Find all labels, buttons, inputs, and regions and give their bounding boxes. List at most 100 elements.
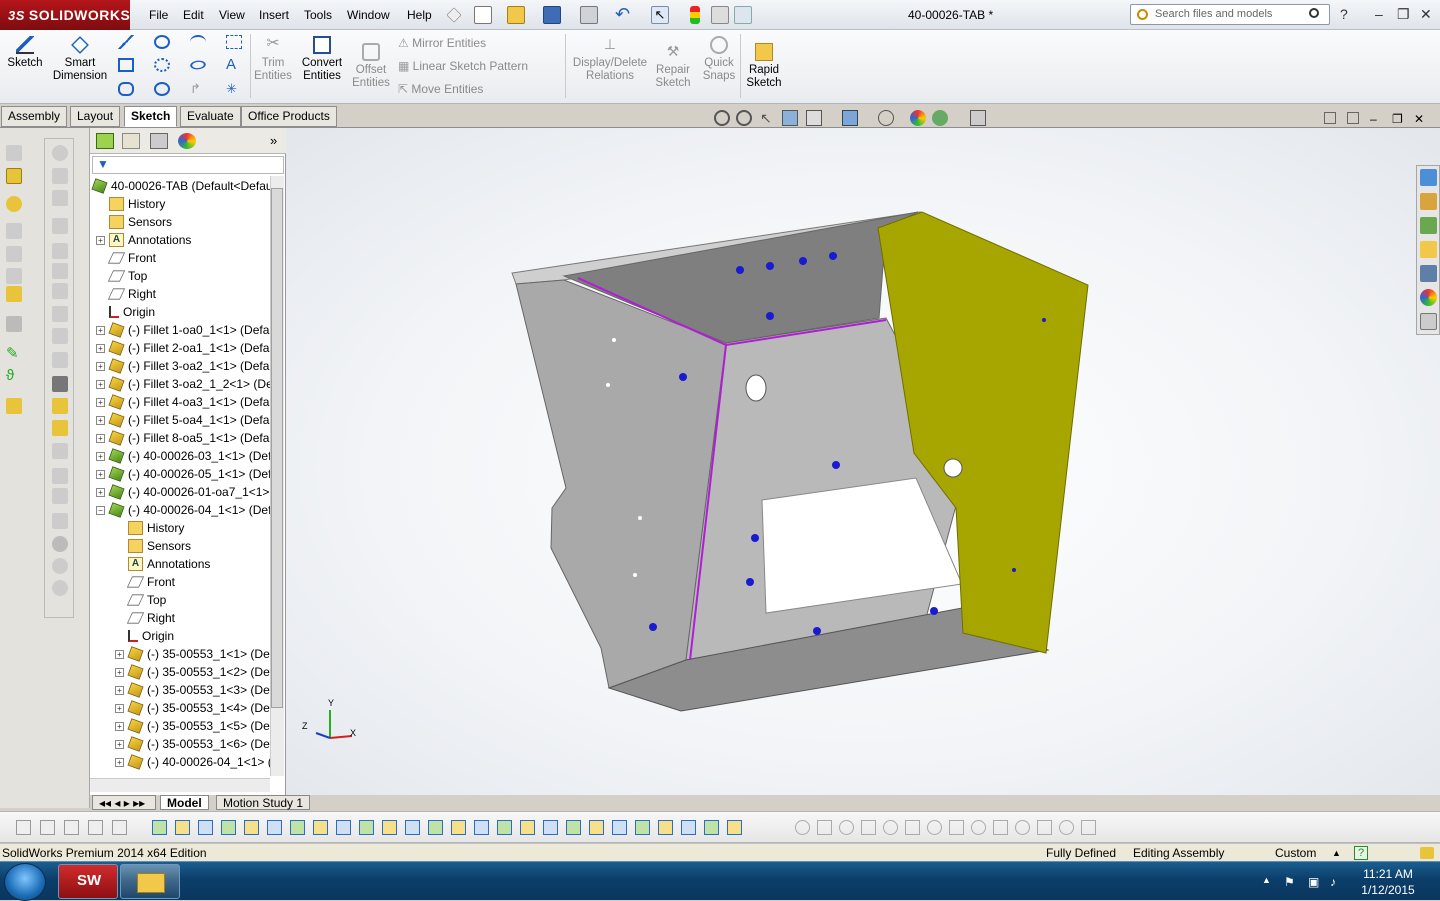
toolbar-icon[interactable]: [52, 352, 68, 368]
toolbar-icon[interactable]: [52, 218, 68, 234]
rapid-sketch-button[interactable]: Rapid Sketch: [743, 43, 785, 90]
toolbar-icon[interactable]: [6, 268, 22, 284]
rectangle-icon[interactable]: [118, 58, 134, 72]
tab-navigation-arrows[interactable]: ◂◂ ◂ ▸ ▸▸: [92, 795, 156, 810]
sketch-tool-icon[interactable]: [1081, 820, 1096, 835]
assembly-tool-icon[interactable]: [497, 820, 512, 835]
filter-vertices-icon[interactable]: [40, 820, 55, 835]
display-manager-tab-icon[interactable]: [178, 133, 196, 149]
menu-tools[interactable]: Tools: [304, 8, 332, 22]
options-icon[interactable]: [734, 6, 752, 24]
flag-icon[interactable]: ⚑: [1284, 875, 1295, 889]
tree-item[interactable]: Front: [115, 573, 175, 591]
linear-sketch-pattern-button[interactable]: ▦ Linear Sketch Pattern: [398, 59, 528, 73]
expand-icon[interactable]: +: [96, 361, 105, 371]
custom-properties-icon[interactable]: [1420, 313, 1437, 330]
tree-root-assembly[interactable]: 40-00026-TAB (Default<Defau: [91, 177, 270, 195]
tree-item[interactable]: + (-) 35-00553_1<3> (Def: [115, 681, 270, 699]
tree-item[interactable]: Top: [96, 267, 147, 285]
zoom-to-fit-icon[interactable]: [714, 110, 730, 126]
assembly-tool-icon[interactable]: [405, 820, 420, 835]
rebuild-status-icon[interactable]: [1420, 847, 1434, 859]
scene-icon[interactable]: [932, 110, 948, 126]
sketch-tool-icon[interactable]: [949, 820, 964, 835]
units-selector[interactable]: Custom: [1275, 846, 1316, 860]
tree-item[interactable]: + (-) Fillet 3-oa2_1<1> (Defa: [96, 357, 269, 375]
tree-item[interactable]: + (-) 35-00553_1<2> (Def: [115, 663, 270, 681]
tab-motion-study[interactable]: Motion Study 1: [216, 795, 311, 810]
assembly-tool-icon[interactable]: [267, 820, 282, 835]
graphics-area[interactable]: Y X Z ↖ – ❐ ✕: [286, 110, 1440, 810]
assembly-tool-icon[interactable]: [198, 820, 213, 835]
tree-item[interactable]: + (-) Fillet 3-oa2_1_2<1> (De: [96, 375, 270, 393]
expand-icon[interactable]: +: [96, 235, 105, 245]
toolbar-icon[interactable]: [6, 168, 22, 184]
toolbar-icon[interactable]: [52, 443, 68, 459]
dynamic-annotation-icon[interactable]: [806, 110, 822, 126]
toolbar-icon[interactable]: [52, 513, 68, 529]
expand-icon[interactable]: +: [96, 487, 105, 497]
slot-icon[interactable]: [118, 82, 134, 96]
expand-icon[interactable]: +: [96, 415, 105, 425]
toolbar-icon[interactable]: [52, 243, 68, 259]
tree-item[interactable]: + (-) Fillet 2-oa1_1<1> (Defa: [96, 339, 269, 357]
expand-icon[interactable]: +: [115, 721, 124, 731]
sketch-tool-icon[interactable]: [817, 820, 832, 835]
toolbar-icon[interactable]: [6, 286, 22, 302]
tree-item[interactable]: History: [96, 195, 165, 213]
menu-file[interactable]: File: [149, 8, 168, 22]
move-entities-button[interactable]: ⇱ Move Entities: [398, 82, 483, 96]
assembly-tool-icon[interactable]: [520, 820, 535, 835]
toolbar-icon[interactable]: ✎: [6, 346, 22, 362]
solidworks-taskbar-button[interactable]: SW: [58, 864, 118, 899]
sketch-tool-icon[interactable]: [927, 820, 942, 835]
design-library-icon[interactable]: [1420, 217, 1437, 234]
toolbar-icon[interactable]: [6, 223, 22, 239]
assembly-tool-icon[interactable]: [681, 820, 696, 835]
tree-item[interactable]: + (-) Fillet 5-oa4_1<1> (Defa: [96, 411, 269, 429]
sketch-button[interactable]: Sketch: [4, 36, 46, 70]
repair-sketch-button[interactable]: ⚒ Repair Sketch: [653, 43, 693, 90]
convert-entities-button[interactable]: Convert Entities: [300, 36, 344, 83]
polygon-icon[interactable]: [154, 82, 170, 96]
sketch-tool-icon[interactable]: [839, 820, 854, 835]
toolbar-icon[interactable]: [52, 536, 68, 552]
viewport-close-icon[interactable]: ✕: [1414, 112, 1424, 126]
tree-filter-input[interactable]: ▼: [92, 156, 284, 174]
toolbar-icon[interactable]: [52, 328, 68, 344]
menu-edit[interactable]: Edit: [183, 8, 204, 22]
tree-item[interactable]: + (-) Fillet 8-oa5_1<1> (Defa: [96, 429, 269, 447]
sketch-tool-icon[interactable]: [971, 820, 986, 835]
assembly-model[interactable]: [286, 128, 1440, 810]
trim-entities-button[interactable]: ✂ Trim Entities: [252, 36, 294, 83]
units-dropdown-icon[interactable]: ▲: [1332, 848, 1341, 858]
tab-model[interactable]: Model: [160, 795, 209, 810]
assembly-tool-icon[interactable]: [382, 820, 397, 835]
text-icon[interactable]: A: [226, 57, 242, 72]
open-folder-icon[interactable]: [507, 6, 525, 24]
smart-dimension-button[interactable]: Smart Dimension: [50, 36, 110, 83]
assembly-tool-icon[interactable]: [336, 820, 351, 835]
fillet-icon[interactable]: ↱: [190, 82, 206, 96]
configuration-manager-tab-icon[interactable]: [150, 133, 168, 149]
sketch-tool-icon[interactable]: [861, 820, 876, 835]
toolbar-icon[interactable]: ϑ: [6, 368, 22, 384]
viewport-layout-icon[interactable]: [1347, 112, 1359, 124]
point-icon[interactable]: ✳: [226, 82, 242, 96]
tab-sketch[interactable]: Sketch: [124, 106, 178, 127]
toolbar-icon[interactable]: [52, 580, 68, 596]
zoom-to-area-icon[interactable]: [736, 110, 752, 126]
expand-icon[interactable]: +: [115, 757, 124, 767]
toolbar-icon[interactable]: [52, 420, 68, 436]
assembly-tool-icon[interactable]: [313, 820, 328, 835]
arc-icon[interactable]: [154, 58, 170, 72]
view-settings-icon[interactable]: [970, 110, 986, 126]
minimize-icon[interactable]: –: [1375, 6, 1383, 22]
home-icon[interactable]: [1420, 193, 1437, 210]
mirror-entities-button[interactable]: ⚠ Mirror Entities: [398, 36, 486, 50]
collapse-icon[interactable]: −: [96, 505, 105, 515]
sketch-tool-icon[interactable]: [993, 820, 1008, 835]
print-icon[interactable]: [580, 6, 598, 24]
toolbar-icon[interactable]: [52, 306, 68, 322]
viewport-restore-icon[interactable]: ❐: [1392, 112, 1403, 126]
